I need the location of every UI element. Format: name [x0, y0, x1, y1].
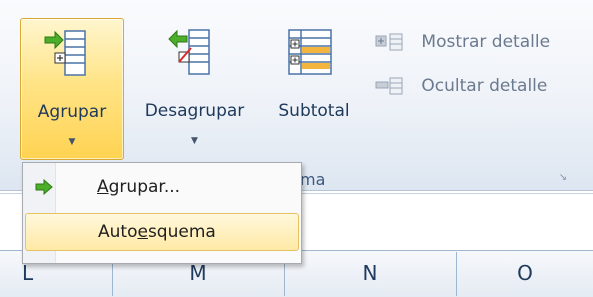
menu-item-autoesquema-label: Autoesquema: [98, 222, 216, 242]
green-arrow-icon: [35, 179, 53, 195]
show-detail-label: Mostrar detalle: [421, 32, 551, 52]
column-header-n[interactable]: N: [285, 250, 455, 296]
ungroup-button[interactable]: Desagrupar ▼: [127, 18, 262, 158]
subtotal-button-label: Subtotal: [278, 101, 350, 121]
menu-item-agrupar-label: Agrupar...: [97, 177, 181, 197]
group-button[interactable]: Agrupar ▼: [20, 18, 124, 160]
chevron-down-icon: ▼: [68, 137, 76, 147]
dialog-launcher-icon[interactable]: ↘: [557, 172, 569, 184]
group-button-label: Agrupar: [37, 102, 107, 122]
hide-detail-icon: [375, 77, 403, 95]
chevron-down-icon: ▼: [191, 136, 198, 146]
hide-detail-button[interactable]: Ocultar detalle: [372, 74, 547, 104]
group-dropdown-menu: Agrupar... Autoesquema: [22, 162, 302, 264]
show-detail-icon: [375, 33, 403, 51]
group-label: ma: [300, 170, 326, 189]
menu-item-autoesquema[interactable]: Autoesquema: [25, 213, 299, 251]
subtotal-button[interactable]: Subtotal: [265, 18, 363, 158]
menu-item-agrupar[interactable]: Agrupar...: [25, 169, 297, 205]
group-icon: [44, 30, 86, 76]
hide-detail-label: Ocultar detalle: [421, 76, 548, 96]
ungroup-icon: [168, 29, 210, 75]
show-detail-button[interactable]: Mostrar detalle: [372, 30, 550, 60]
column-header-o[interactable]: O: [457, 250, 593, 296]
ungroup-button-label: Desagrupar: [144, 101, 245, 121]
subtotal-icon: [288, 29, 332, 75]
